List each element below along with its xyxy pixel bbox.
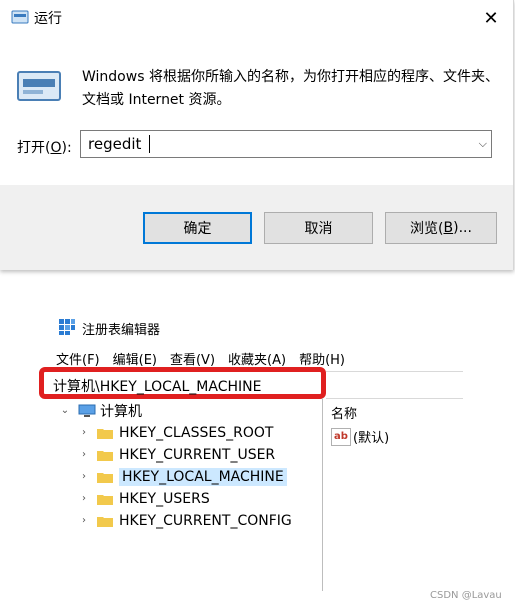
cancel-button[interactable]: 取消 — [264, 212, 373, 244]
column-header-name[interactable]: 名称 — [331, 403, 357, 422]
run-dialog: 运行 ✕ Windows 将根据你所输入的名称，为你打开相应的程序、文件夹、文档… — [0, 0, 514, 270]
open-input-value: regedit — [88, 135, 142, 153]
dialog-title: 运行 — [34, 11, 62, 27]
watermark: CSDN @Lavau — [430, 590, 502, 601]
dialog-description: Windows 将根据你所输入的名称，为你打开相应的程序、文件夹、文档或 Int… — [82, 69, 499, 108]
pane-splitter[interactable] — [322, 398, 323, 591]
tree-root[interactable]: ⌄ 计算机 — [58, 400, 142, 421]
text-caret — [149, 135, 150, 153]
menu-edit[interactable]: 编辑(E) — [113, 353, 157, 368]
menu-favorites[interactable]: 收藏夹(A) — [228, 353, 286, 368]
chevron-right-icon[interactable]: › — [77, 471, 91, 482]
tree-item-hkey-current-config[interactable]: › HKEY_CURRENT_CONFIG — [77, 510, 292, 531]
chevron-right-icon[interactable]: › — [77, 449, 91, 460]
menu-view[interactable]: 查看(V) — [170, 353, 215, 368]
chevron-down-icon[interactable]: ⌄ — [58, 405, 72, 416]
computer-icon — [78, 404, 96, 417]
address-bar-extension — [326, 371, 463, 399]
chevron-down-icon[interactable]: ⌵ — [479, 137, 487, 151]
tree-item-label: HKEY_USERS — [119, 490, 210, 507]
ok-button[interactable]: 确定 — [143, 212, 252, 244]
list-item[interactable]: ab (默认) — [331, 427, 389, 446]
open-combo-input[interactable]: regedit ⌵ — [80, 130, 492, 158]
tree-root-label: 计算机 — [100, 403, 142, 420]
folder-icon — [97, 494, 113, 505]
title-bar: 运行 ✕ — [0, 0, 513, 36]
chevron-right-icon[interactable]: › — [77, 515, 91, 526]
tree-item-label: HKEY_CURRENT_USER — [119, 446, 276, 463]
browse-button[interactable]: 浏览(B)... — [385, 212, 497, 244]
tree-item-label: HKEY_CLASSES_ROOT — [119, 424, 274, 441]
string-value-icon: ab — [331, 427, 351, 446]
value-name: (默认) — [353, 431, 390, 446]
run-large-icon — [17, 71, 61, 101]
address-bar[interactable]: 计算机\HKEY_LOCAL_MACHINE — [53, 376, 261, 396]
close-icon[interactable]: ✕ — [477, 4, 505, 32]
folder-icon — [97, 516, 113, 527]
run-app-icon — [11, 10, 29, 24]
menu-file[interactable]: 文件(F) — [56, 353, 100, 368]
tree-item-label: HKEY_LOCAL_MACHINE — [119, 467, 287, 486]
menu-help[interactable]: 帮助(H) — [299, 353, 345, 368]
folder-icon — [97, 428, 113, 439]
folder-icon — [97, 472, 113, 483]
tree-item-hkey-classes-root[interactable]: › HKEY_CLASSES_ROOT — [77, 422, 273, 443]
tree-item-hkey-current-user[interactable]: › HKEY_CURRENT_USER — [77, 444, 275, 465]
tree-item-label: HKEY_CURRENT_CONFIG — [119, 512, 292, 529]
menu-bar: 文件(F) 编辑(E) 查看(V) 收藏夹(A) 帮助(H) — [56, 349, 358, 368]
folder-icon — [97, 450, 113, 461]
tree-item-hkey-users[interactable]: › HKEY_USERS — [77, 488, 210, 509]
tree-item-hkey-local-machine[interactable]: › HKEY_LOCAL_MACHINE — [77, 466, 287, 487]
open-label: 打开(O): — [17, 140, 72, 156]
regedit-title: 注册表编辑器 — [82, 323, 161, 338]
regedit-app-icon — [59, 319, 75, 335]
chevron-right-icon[interactable]: › — [77, 493, 91, 504]
chevron-right-icon[interactable]: › — [77, 427, 91, 438]
